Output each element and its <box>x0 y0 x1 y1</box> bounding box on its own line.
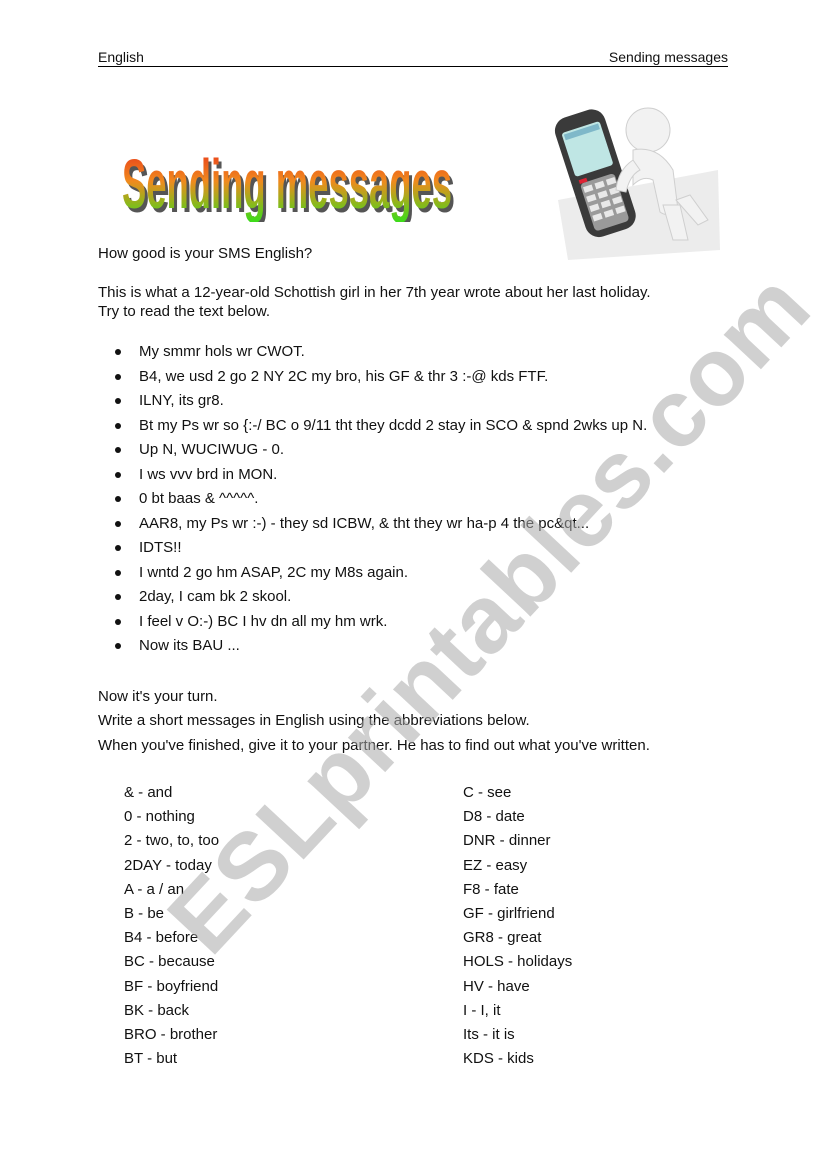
list-item: 2day, I cam bk 2 skool. <box>98 588 647 613</box>
abbreviation-item: BF - boyfriend <box>124 977 219 995</box>
bullet-icon <box>115 349 121 355</box>
bullet-icon <box>115 422 121 429</box>
abbreviation-item: 2 - two, to, too <box>124 832 220 850</box>
list-item: I feel v O:-) BC I hv dn all my hm wrk. <box>98 613 647 638</box>
bullet-icon <box>115 373 121 380</box>
list-item: IDTS!! <box>98 539 647 564</box>
list-item: AAR8, my Ps wr :-) - they sd ICBW, & tht… <box>98 515 647 540</box>
abbreviation-item: & - and <box>124 784 173 801</box>
list-item: 0 bt baas & ^^^^^. <box>98 490 647 515</box>
list-item: B4, we usd 2 go 2 NY 2C my bro, his GF &… <box>98 368 647 393</box>
bullet-icon <box>115 520 121 527</box>
header-subject: English <box>98 49 144 65</box>
abbreviation-item: BK - back <box>124 1001 190 1019</box>
bullet-icon <box>115 569 121 576</box>
title-wordart: Sending messages Sending messages <box>122 146 455 222</box>
bullet-icon <box>115 618 121 625</box>
abbreviation-item: BT - but <box>124 1050 178 1068</box>
bullet-icon <box>115 398 121 404</box>
intro-line-2: Try to read the text below. <box>98 303 271 320</box>
abbreviation-item: F8 - fate <box>463 880 519 898</box>
list-item: Bt my Ps wr so {:-/ BC o 9/11 tht they d… <box>98 417 647 442</box>
page-header: English Sending messages <box>98 50 728 67</box>
abbreviation-item: HOLS - holidays <box>463 953 573 971</box>
abbreviation-item: 2DAY - today <box>124 856 212 874</box>
abbreviation-item: I - I, it <box>463 1001 501 1019</box>
abbreviations-column-1: & - and 0 - nothing 2 - two, to, too 2DA… <box>124 784 219 1074</box>
bullet-icon <box>115 545 121 551</box>
task-line-3: When you've finished, give it to your pa… <box>98 737 650 754</box>
abbreviation-item: B - be <box>124 904 165 922</box>
abbreviation-item: KDS - kids <box>463 1050 534 1068</box>
abbreviation-item: Its - it is <box>463 1025 515 1043</box>
intro-question: How good is your SMS English? <box>98 245 313 262</box>
abbreviation-item: DNR - dinner <box>463 832 551 850</box>
task-line-2: Write a short messages in English using … <box>98 712 530 729</box>
worksheet-page: English Sending messages Sending message… <box>0 0 821 1169</box>
list-item: ILNY, its gr8. <box>98 392 647 417</box>
list-item: I wntd 2 go hm ASAP, 2C my M8s again. <box>98 564 647 589</box>
title-wordart-text: Sending messages <box>122 146 452 222</box>
bullet-icon <box>115 496 121 502</box>
abbreviation-item: BRO - brother <box>124 1025 218 1043</box>
abbreviations-column-2: C - see D8 - date DNR - dinner EZ - easy… <box>463 784 572 1074</box>
abbreviation-item: GR8 - great <box>463 929 542 947</box>
sms-text-list: My smmr hols wr CWOT. B4, we usd 2 go 2 … <box>98 343 647 662</box>
task-line-1: Now it's your turn. <box>98 688 218 705</box>
abbreviation-item: GF - girlfriend <box>463 904 555 922</box>
abbreviation-item: A - a / an <box>124 880 185 898</box>
abbreviation-item: EZ - easy <box>463 856 528 874</box>
bullet-icon <box>115 643 121 649</box>
intro-line-1: This is what a 12-year-old Schottish gir… <box>98 284 651 301</box>
bullet-icon <box>115 447 121 453</box>
phone-person-illustration <box>554 107 720 260</box>
abbreviation-item: BC - because <box>124 953 215 971</box>
abbreviation-item: C - see <box>463 784 512 801</box>
list-item: I ws vvv brd in MON. <box>98 466 647 491</box>
list-item: Up N, WUCIWUG - 0. <box>98 441 647 466</box>
abbreviation-item: HV - have <box>463 977 530 995</box>
header-topic: Sending messages <box>608 49 728 65</box>
list-item: My smmr hols wr CWOT. <box>98 343 647 368</box>
bullet-icon <box>115 594 121 600</box>
abbreviation-item: D8 - date <box>463 808 525 826</box>
list-item: Now its BAU ... <box>98 637 647 662</box>
abbreviation-item: B4 - before <box>124 929 199 947</box>
bullet-icon <box>115 471 121 478</box>
abbreviation-item: 0 - nothing <box>124 808 195 826</box>
